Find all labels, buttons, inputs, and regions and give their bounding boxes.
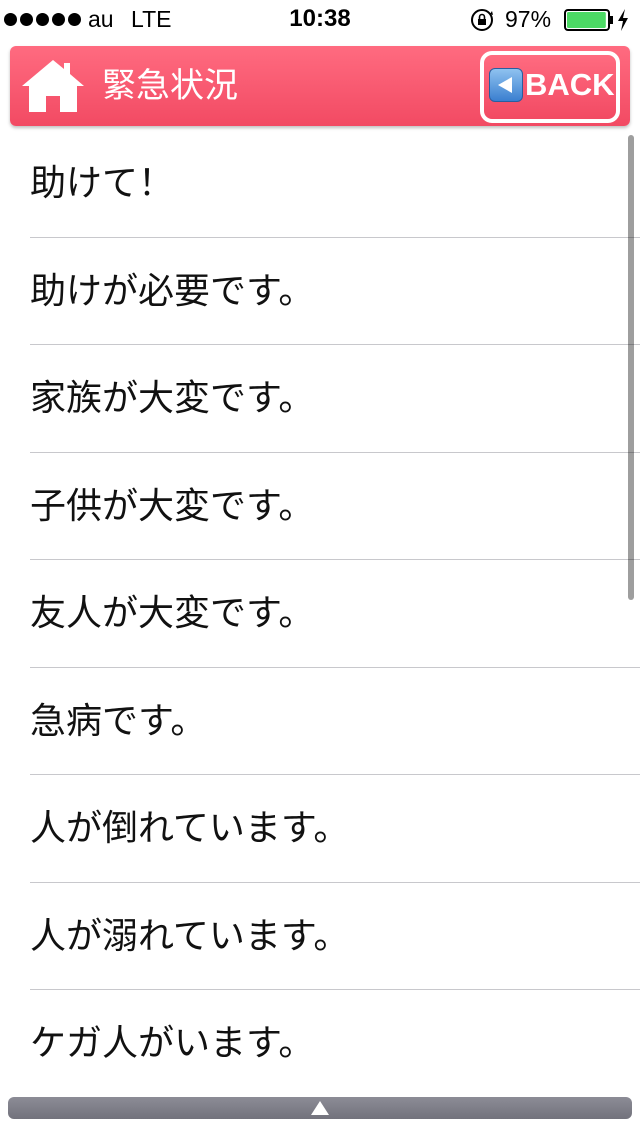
list-item-label: 急病です。 — [30, 700, 207, 742]
back-button-label: BACK — [525, 67, 615, 102]
list-item-label: 友人が大変です。 — [30, 593, 315, 634]
list-item-label: 子供が大変です。 — [30, 485, 315, 527]
list-item-label: 人が倒れています。 — [30, 808, 350, 849]
list-item[interactable]: 人が溺れています。 — [30, 883, 640, 990]
back-button[interactable]: BACK — [480, 51, 620, 123]
scrollbar[interactable] — [628, 135, 634, 600]
home-icon[interactable] — [20, 58, 86, 114]
rotation-lock-icon — [471, 9, 493, 31]
list-item[interactable]: 子供が大変です。 — [30, 453, 640, 560]
caret-up-icon — [311, 1101, 329, 1115]
list-item[interactable]: 助けが必要です。 — [30, 238, 640, 345]
list-item[interactable]: 助けて！ — [30, 130, 640, 238]
left-arrow-icon — [489, 68, 523, 102]
list-item-label: 人が溺れています。 — [30, 915, 350, 957]
status-bar: au LTE 10:38 97% — [0, 0, 640, 40]
phrase-list: 助けて！ 助けが必要です。 家族が大変です。 子供が大変です。 友人が大変です。… — [0, 130, 640, 1090]
list-item[interactable]: 友人が大変です。 — [30, 560, 640, 668]
list-item[interactable]: 人が倒れています。 — [30, 775, 640, 883]
list-item[interactable]: ケガ人がいます。 — [30, 990, 640, 1090]
header-bar: 緊急状況 BACK — [10, 46, 630, 126]
charging-bolt-icon — [618, 9, 628, 31]
battery-icon — [564, 9, 613, 31]
list-item-label: 助けが必要です。 — [30, 270, 315, 312]
list-item[interactable]: 急病です。 — [30, 668, 640, 775]
battery-percentage: 97% — [505, 6, 552, 32]
list-item[interactable]: 家族が大変です。 — [30, 345, 640, 453]
page-title: 緊急状況 — [102, 66, 238, 106]
list-item-label: 家族が大変です。 — [30, 378, 315, 419]
list-item-label: ケガ人がいます。 — [30, 1023, 315, 1064]
screen: au LTE 10:38 97% 緊急状況 BACK 助けて！ 助けが必要です。… — [0, 0, 640, 1136]
list-item-label: 助けて！ — [30, 163, 175, 204]
bottom-drawer-handle[interactable] — [8, 1097, 632, 1119]
